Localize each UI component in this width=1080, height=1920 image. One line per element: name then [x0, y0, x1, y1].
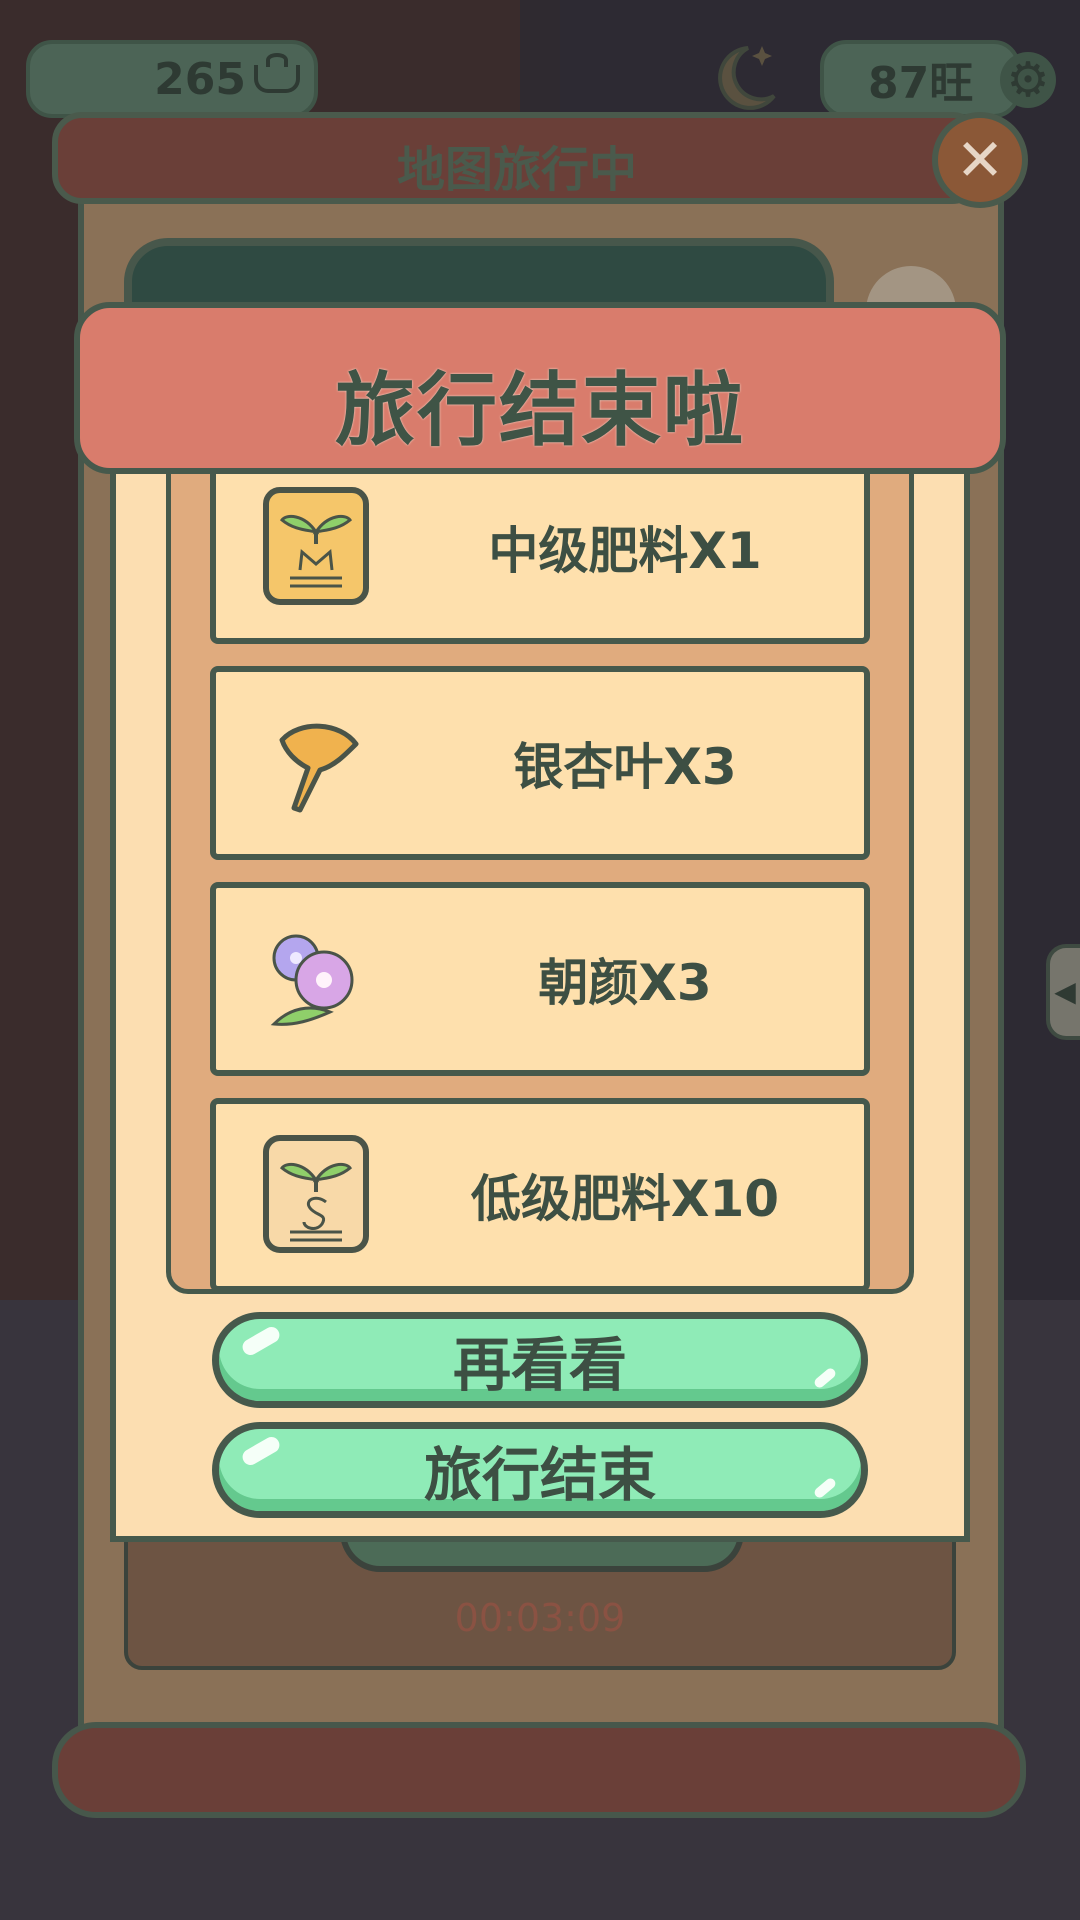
coin-counter: 265	[26, 40, 318, 118]
button-shine	[239, 1324, 283, 1358]
screen-footer	[52, 1722, 1026, 1818]
end-trip-button[interactable]: 旅行结束	[212, 1422, 868, 1518]
look-again-button[interactable]: 再看看	[212, 1312, 868, 1408]
screen-header: 地图旅行中	[52, 112, 982, 204]
side-drawer-arrow-icon[interactable]: ◀	[1046, 944, 1080, 1040]
button-shine	[239, 1434, 283, 1468]
button-shine	[812, 1476, 838, 1500]
end-trip-label: 旅行结束	[423, 1441, 656, 1509]
reward-item: 银杏叶X3	[210, 666, 870, 860]
screen-title: 地图旅行中	[396, 142, 637, 198]
ingot-icon	[254, 53, 300, 93]
gear-icon[interactable]: ⚙	[1000, 52, 1056, 108]
look-again-label: 再看看	[452, 1331, 627, 1399]
wang-count: 87旺	[868, 58, 974, 109]
reward-label: 低级肥料X10	[470, 1170, 780, 1228]
coin-count: 265	[154, 53, 246, 105]
wang-counter: 87旺	[820, 40, 1020, 118]
fertilizer-s-icon	[263, 1135, 369, 1253]
travel-timer: 00:03:09	[454, 1596, 626, 1640]
ginkgo-leaf-icon	[279, 723, 359, 813]
reward-label: 朝颜X3	[538, 954, 712, 1012]
morning-glory-icon	[270, 934, 354, 1026]
close-button[interactable]: ✕	[932, 112, 1028, 208]
modal-title: 旅行结束啦	[335, 364, 745, 457]
reward-label: 中级肥料X1	[488, 522, 762, 580]
reward-item: 低级肥料X10	[210, 1098, 870, 1292]
reward-label: 银杏叶X3	[513, 738, 737, 796]
moon-icon	[718, 46, 776, 110]
modal-header: 旅行结束啦	[74, 302, 1006, 474]
close-icon: ✕	[955, 126, 1005, 194]
fertilizer-m-icon	[263, 487, 369, 605]
button-shine	[812, 1366, 838, 1390]
reward-item: 中级肥料X1	[210, 450, 870, 644]
reward-item: 朝颜X3	[210, 882, 870, 1076]
